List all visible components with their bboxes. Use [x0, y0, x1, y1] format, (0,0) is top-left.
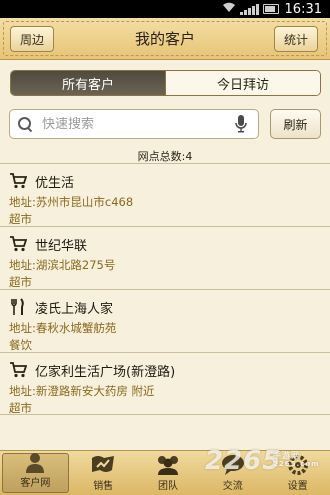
wifi-icon [222, 2, 236, 16]
customer-address: 地址:新澄路新安大药房 附近 [9, 384, 155, 398]
outlet-count: 网点总数:4 [137, 150, 193, 163]
nav-label: 交流 [222, 481, 243, 492]
status-time: 16:31 [284, 1, 322, 17]
battery-icon [262, 4, 279, 14]
nearby-button[interactable]: 周边 [10, 26, 54, 52]
customer-name: 亿家利生活广场(新澄路) [35, 364, 176, 380]
nav-customer-network[interactable]: 客户网 [2, 453, 69, 493]
tab-all-customers[interactable]: 所有客户 [11, 71, 165, 95]
signal-icon [239, 3, 259, 15]
nav-label: 客户网 [20, 478, 51, 489]
microphone-icon[interactable] [228, 111, 254, 137]
list-item[interactable]: 亿家利生活广场(新澄路) 地址:新澄路新安大药房 附近 超市 [0, 352, 330, 415]
list-item[interactable]: 凌氏上海人家 地址:春秋水城蟹舫苑 餐饮 [0, 289, 330, 352]
chat-icon [219, 453, 247, 477]
customer-name: 世纪华联 [35, 238, 88, 254]
customer-address: 地址:苏州市昆山市c468 [9, 195, 134, 209]
list-item[interactable]: 优生活 地址:苏州市昆山市c468 超市 [0, 163, 330, 226]
page-title: 我的客户 [134, 30, 195, 48]
team-icon [154, 453, 182, 477]
customer-address: 地址:湖滨北路275号 [9, 258, 116, 272]
search-input[interactable] [42, 116, 228, 132]
fork-knife-icon [9, 298, 27, 316]
nav-label: 销售 [93, 481, 114, 492]
customer-name: 凌氏上海人家 [35, 301, 114, 317]
search-box [9, 109, 259, 139]
nav-label: 设置 [287, 481, 308, 492]
person-icon [21, 452, 49, 474]
settings-icon [284, 453, 312, 477]
statistics-button[interactable]: 统计 [274, 26, 318, 52]
customer-type: 超市 [9, 401, 32, 415]
customer-list: 优生活 地址:苏州市昆山市c468 超市 世纪华联 地址:湖滨北路275号 超市 [0, 163, 330, 415]
nav-settings[interactable]: 设置 [265, 451, 330, 495]
status-bar: 16:31 [0, 0, 330, 18]
status-icons [222, 2, 279, 16]
nav-sales[interactable]: 销售 [71, 451, 136, 495]
list-item[interactable]: 世纪华联 地址:湖滨北路275号 超市 [0, 226, 330, 289]
customer-type: 超市 [9, 275, 32, 289]
cart-icon [9, 235, 27, 253]
cart-icon [9, 361, 27, 379]
search-icon [18, 117, 32, 131]
chart-icon [89, 453, 117, 477]
refresh-button[interactable]: 刷新 [270, 109, 321, 139]
cart-icon [9, 172, 27, 190]
segmented-tabs: 所有客户 今日拜访 [10, 70, 321, 96]
bottom-nav: 客户网 销售 团队 交流 设置 [0, 450, 330, 495]
customer-name: 优生活 [35, 175, 75, 191]
customer-type: 餐饮 [9, 338, 32, 352]
customer-address: 地址:春秋水城蟹舫苑 [9, 321, 117, 335]
title-bar: 周边 我的客户 统计 [0, 18, 330, 60]
nav-chat[interactable]: 交流 [200, 451, 265, 495]
nav-label: 团队 [157, 481, 178, 492]
tab-today-visits[interactable]: 今日拜访 [165, 71, 320, 95]
nav-team[interactable]: 团队 [136, 451, 201, 495]
customer-type: 超市 [9, 212, 32, 226]
